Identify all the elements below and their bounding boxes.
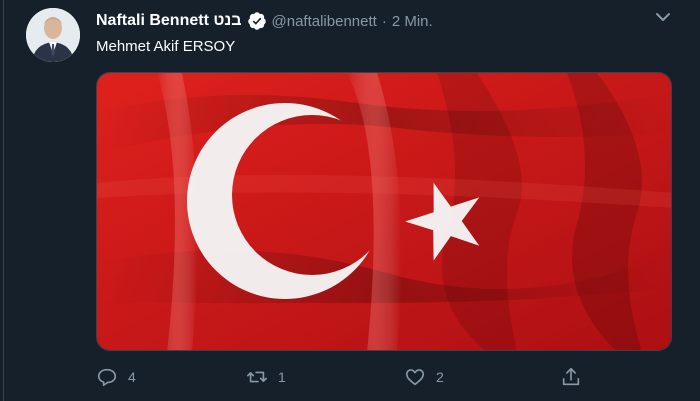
share-button[interactable]	[560, 364, 582, 390]
header-separator: ·	[381, 12, 387, 30]
turkish-flag-photo	[97, 73, 671, 350]
retweet-button[interactable]: 1	[246, 364, 286, 390]
avatar-image	[26, 8, 80, 62]
tweet-header: Naftali Bennett בנט @naftalibennett · 2 …	[96, 10, 433, 32]
share-icon	[562, 367, 580, 386]
tweet-card[interactable]: Naftali Bennett בנט @naftalibennett · 2 …	[0, 0, 700, 401]
tweet-actions: 4 1 2	[96, 364, 596, 390]
author-handle[interactable]: @naftalibennett	[272, 13, 377, 30]
tweet-text: Mehmet Akif ERSOY	[96, 38, 236, 55]
like-count: 2	[436, 369, 444, 385]
tweet-timestamp[interactable]: 2 Min.	[392, 13, 433, 30]
avatar[interactable]	[26, 8, 80, 62]
retweet-icon	[247, 371, 267, 383]
timeline-divider	[3, 0, 4, 401]
author-display-name[interactable]: Naftali Bennett בנט	[96, 12, 242, 30]
like-button[interactable]: 2	[404, 364, 444, 390]
tweet-media-image[interactable]	[96, 72, 672, 351]
retweet-count: 1	[278, 369, 286, 385]
verified-badge-icon	[247, 12, 266, 30]
reply-button[interactable]: 4	[96, 364, 136, 390]
reply-count: 4	[128, 369, 136, 385]
chevron-down-icon[interactable]	[654, 10, 672, 24]
heart-icon	[405, 369, 425, 386]
reply-icon	[97, 368, 117, 387]
